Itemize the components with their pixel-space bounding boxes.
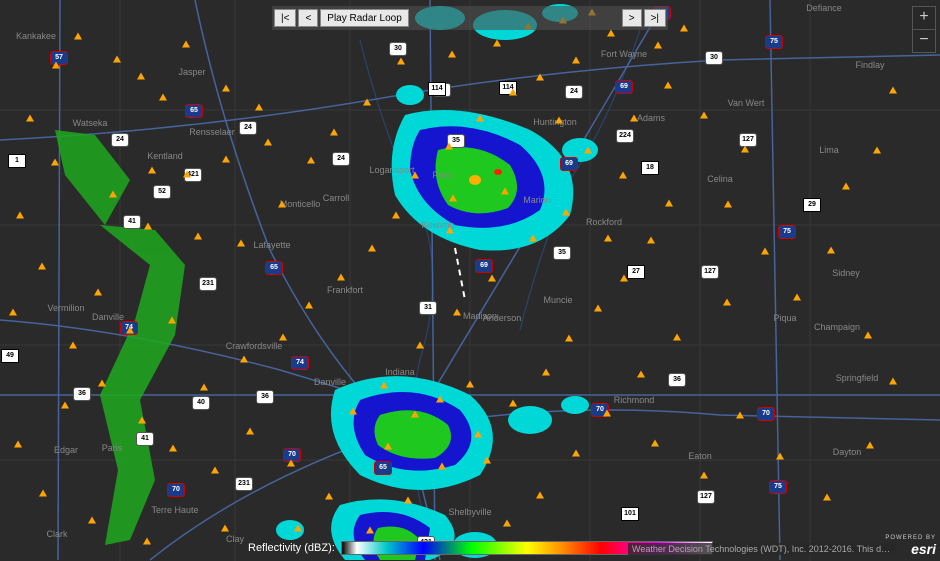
play-loop-button[interactable]: Play Radar Loop bbox=[320, 9, 409, 27]
zoom-in-button[interactable]: + bbox=[912, 6, 936, 30]
last-frame-button[interactable]: >| bbox=[644, 9, 666, 27]
zoom-out-button[interactable]: − bbox=[912, 29, 936, 53]
first-frame-button[interactable]: |< bbox=[274, 9, 296, 27]
prev-frame-button[interactable]: < bbox=[298, 9, 318, 27]
radar-loop-toolbar: |< < Play Radar Loop > >| bbox=[272, 6, 668, 30]
esri-logo: POWERED BY esri bbox=[885, 535, 936, 557]
attribution-text: Weather Decision Technologies (WDT), Inc… bbox=[628, 543, 896, 555]
legend-label: Reflectivity (dBZ): bbox=[248, 542, 335, 554]
map-canvas[interactable]: KankakeeJasperRensselaerWatsekaKentlandM… bbox=[0, 0, 940, 561]
next-frame-button[interactable]: > bbox=[622, 9, 642, 27]
zoom-controls: + − bbox=[912, 6, 934, 52]
storm-track bbox=[0, 0, 940, 561]
